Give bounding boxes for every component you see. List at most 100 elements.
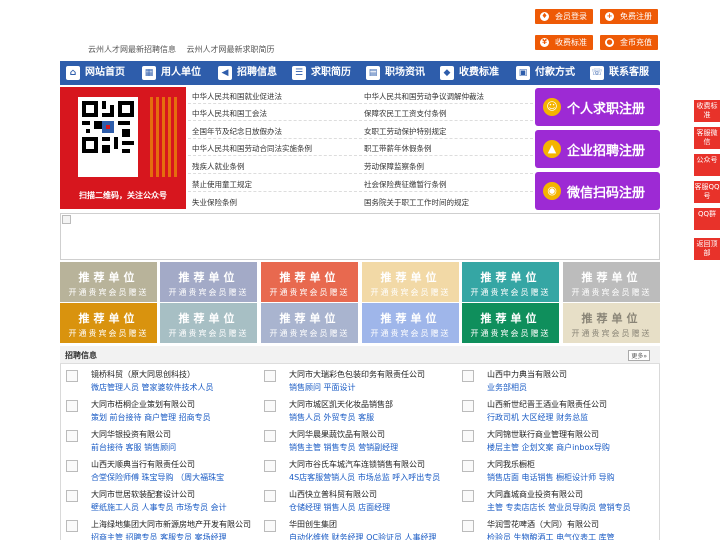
job-listing[interactable]: 大同市大瑞彩色包装印务有限责任公司 销售顾问 平面设计	[258, 368, 448, 396]
law-link[interactable]: 残疾人就业条例	[192, 161, 245, 172]
position-links[interactable]: 策划 前台接待 商户管理 招商专员	[91, 412, 211, 423]
law-link[interactable]: 全国年节及纪念日放假办法	[192, 126, 282, 137]
position-links[interactable]: 行政司机 大区经理 财务总监	[487, 412, 588, 423]
job-listing[interactable]: 大同华银投资有限公司 前台接待 客服 销售顾问	[60, 428, 250, 456]
company-name[interactable]: 大同华晨果蔬饮品有限公司	[289, 429, 385, 440]
ad-banner[interactable]	[60, 213, 660, 260]
company-name[interactable]: 山西快立普科贸有限公司	[289, 489, 377, 500]
recommend-tile[interactable]: 推荐单位 开通贵宾会员赠送	[60, 303, 157, 343]
law-link[interactable]: 中华人民共和国就业促进法	[192, 91, 282, 102]
position-links[interactable]: 主管 专卖店店长 营业员导购员 营销专员	[487, 502, 631, 513]
law-link[interactable]: 中华人民共和国工会法	[192, 108, 267, 119]
position-links[interactable]: 销售主管 销售专员 营销副经理	[289, 442, 398, 453]
job-listing[interactable]: 山西中力典当有限公司 业务部相员	[456, 368, 646, 396]
recommend-tile[interactable]: 推荐单位 开通贵宾会员赠送	[462, 303, 559, 343]
company-name[interactable]: 山西新世纪晋王酒业有限责任公司	[487, 399, 607, 410]
wechat-register-button[interactable]: ◉ 微信扫码注册	[535, 172, 660, 210]
recommend-tile[interactable]: 推荐单位 开通贵宾会员赠送	[261, 303, 358, 343]
position-links[interactable]: 业务部相员	[487, 382, 527, 393]
position-links[interactable]: 合堂保险师傅 珠宝导购 （周大福珠宝	[91, 472, 224, 483]
nav-support[interactable]: ☏ 联系客服	[584, 61, 660, 85]
nav-pricing[interactable]: ◆ 收费标准	[434, 61, 510, 85]
recommend-tile[interactable]: 推荐单位 开通贵宾会员赠送	[563, 303, 660, 343]
side-group[interactable]: QQ群	[694, 208, 720, 230]
job-listing[interactable]: 大同市谷氏车城汽车连锁销售有限公司 4S店客服营销人员 市场总监 呼入呼出专员	[258, 458, 448, 486]
position-links[interactable]: 销售人员 外贸专员 客服	[289, 412, 374, 423]
company-name[interactable]: 大同市大瑞彩色包装印务有限责任公司	[289, 369, 425, 380]
recommend-tile[interactable]: 推荐单位 开通贵宾会员赠送	[462, 262, 559, 302]
recommend-tile[interactable]: 推荐单位 开通贵宾会员赠送	[362, 262, 459, 302]
position-links[interactable]: 微店管理人员 管家婆软件技术人员	[91, 382, 214, 393]
job-listing[interactable]: 大同鑫城商业投资有限公司主管 专卖店店长 营业员导购员 营销专员	[456, 488, 646, 516]
company-name[interactable]: 大同市城区凯天化妆品销售部	[289, 399, 393, 410]
job-listing[interactable]: 大同我乐橱柜销售店面 电话销售 橱柜设计师 导购	[456, 458, 646, 486]
side-arrow-up[interactable]: 返回顶部	[694, 238, 720, 260]
company-name[interactable]: 山西天顺典当行有限责任公司	[91, 459, 195, 470]
pricing-button[interactable]: ¥ 收费标准	[535, 35, 593, 50]
position-links[interactable]: 4S店客服营销人员 市场总监 呼入呼出专员	[289, 472, 440, 483]
job-listing[interactable]: 大同市梧桐企业策划有限公司策划 前台接待 商户管理 招商专员	[60, 398, 250, 426]
law-link[interactable]: 社会保险费征缴暂行条例	[364, 179, 447, 190]
position-links[interactable]: 楼层主管 企划文案 商户inbox导购	[487, 442, 610, 453]
company-name[interactable]: 大同锦世联行商业管理有限公司	[487, 429, 599, 440]
job-listing[interactable]: 华润雪花啤酒（大同）有限公司检验员 生物酿酒工 电气仪表工 库管	[456, 518, 646, 540]
position-links[interactable]: 招商主管 招聘专员 客服专员 案场经理	[91, 532, 227, 540]
law-link[interactable]: 国务院关于职工工作时间的规定	[364, 197, 469, 208]
position-links[interactable]: 销售顾问 平面设计	[289, 382, 356, 393]
side-yen[interactable]: 收费标准	[694, 100, 720, 122]
company-name[interactable]: 大同市梧桐企业策划有限公司	[91, 399, 195, 410]
register-button[interactable]: + 免费注册	[600, 9, 658, 24]
recommend-tile[interactable]: 推荐单位 开通贵宾会员赠送	[160, 262, 257, 302]
latest-jobs-link[interactable]: 云州人才网最新招聘信息	[88, 45, 176, 54]
company-name[interactable]: 华润雪花啤酒（大同）有限公司	[487, 519, 599, 530]
company-name[interactable]: 大同我乐橱柜	[487, 459, 535, 470]
position-links[interactable]: 检验员 生物酿酒工 电气仪表工 库管	[487, 532, 615, 540]
company-name[interactable]: 上海绿地集团大同市新源房地产开发有限公司	[91, 519, 251, 530]
latest-resumes-link[interactable]: 云州人才网最新求职简历	[187, 45, 275, 54]
job-listing[interactable]: 山西快立普科贸有限公司仓储经理 销售人员 店面经理	[258, 488, 448, 516]
law-link[interactable]: 女职工劳动保护特别规定	[364, 126, 447, 137]
job-listing[interactable]: 山西新世纪晋王酒业有限责任公司 行政司机 大区经理 财务总监	[456, 398, 646, 426]
law-link[interactable]: 劳动保障监察条例	[364, 161, 424, 172]
job-listing[interactable]: 大同华晨果蔬饮品有限公司销售主管 销售专员 营销副经理	[258, 428, 448, 456]
job-listing[interactable]: 大同锦世联行商业管理有限公司 楼层主管 企划文案 商户inbox导购	[456, 428, 646, 456]
nav-payment[interactable]: ▣ 付款方式	[510, 61, 584, 85]
company-register-button[interactable]: ▲ 企业招聘注册	[535, 130, 660, 168]
position-links[interactable]: 仓储经理 销售人员 店面经理	[289, 502, 390, 513]
company-name[interactable]: 大同市世居软装配套设计公司	[91, 489, 195, 500]
nav-jobs[interactable]: ◀ 招聘信息	[212, 61, 286, 85]
company-name[interactable]: 大同市谷氏车城汽车连锁销售有限公司	[289, 459, 425, 470]
side-wechat[interactable]: 客服微信	[694, 127, 720, 149]
position-links[interactable]: 前台接待 客服 销售顾问	[91, 442, 176, 453]
nav-employers[interactable]: ▦ 用人单位	[136, 61, 212, 85]
job-listing[interactable]: 镜桥科贸（原大同思创科技） 微店管理人员 管家婆软件技术人员	[60, 368, 250, 396]
law-link[interactable]: 职工带薪年休假条例	[364, 143, 432, 154]
company-name[interactable]: 大同华银投资有限公司	[91, 429, 171, 440]
recharge-button[interactable]: ● 金币充值	[600, 35, 658, 50]
position-links[interactable]: 销售店面 电话销售 橱柜设计师 导购	[487, 472, 615, 483]
law-link[interactable]: 失业保险条例	[192, 197, 237, 208]
nav-resumes[interactable]: ☰ 求职简历	[286, 61, 360, 85]
more-link[interactable]: 更多»	[628, 350, 650, 361]
recommend-tile[interactable]: 推荐单位 开通贵宾会员赠送	[261, 262, 358, 302]
position-links[interactable]: 壁纸施工人员 人事专员 市场专员 会计	[91, 502, 227, 513]
side-qq[interactable]: 客服QQ号	[694, 181, 720, 203]
recommend-tile[interactable]: 推荐单位 开通贵宾会员赠送	[563, 262, 660, 302]
law-link[interactable]: 中华人民共和国劳动合同法实施条例	[192, 143, 312, 154]
company-name[interactable]: 山西中力典当有限公司	[487, 369, 567, 380]
law-link[interactable]: 中华人民共和国劳动争议调解仲裁法	[364, 91, 484, 102]
nav-home[interactable]: ⌂ 网站首页	[60, 61, 136, 85]
recommend-tile[interactable]: 推荐单位 开通贵宾会员赠送	[60, 262, 157, 302]
job-listing[interactable]: 大同市城区凯天化妆品销售部 销售人员 外贸专员 客服	[258, 398, 448, 426]
position-links[interactable]: 自动化维修 财务经理 QC验证员 人事经理	[289, 532, 437, 540]
job-listing[interactable]: 大同市世居软装配套设计公司壁纸施工人员 人事专员 市场专员 会计	[60, 488, 250, 516]
login-button[interactable]: ♦ 会员登录	[535, 9, 593, 24]
recommend-tile[interactable]: 推荐单位 开通贵宾会员赠送	[160, 303, 257, 343]
job-listing[interactable]: 上海绿地集团大同市新源房地产开发有限公司 招商主管 招聘专员 客服专员 案场经理	[60, 518, 251, 540]
company-name[interactable]: 华田创生集团	[289, 519, 337, 530]
company-name[interactable]: 大同鑫城商业投资有限公司	[487, 489, 583, 500]
personal-register-button[interactable]: ☺ 个人求职注册	[535, 88, 660, 126]
side-qr[interactable]: 公众号	[694, 154, 720, 176]
law-link[interactable]: 保障农民工工资支付条例	[364, 108, 447, 119]
law-link[interactable]: 禁止使用童工规定	[192, 179, 252, 190]
